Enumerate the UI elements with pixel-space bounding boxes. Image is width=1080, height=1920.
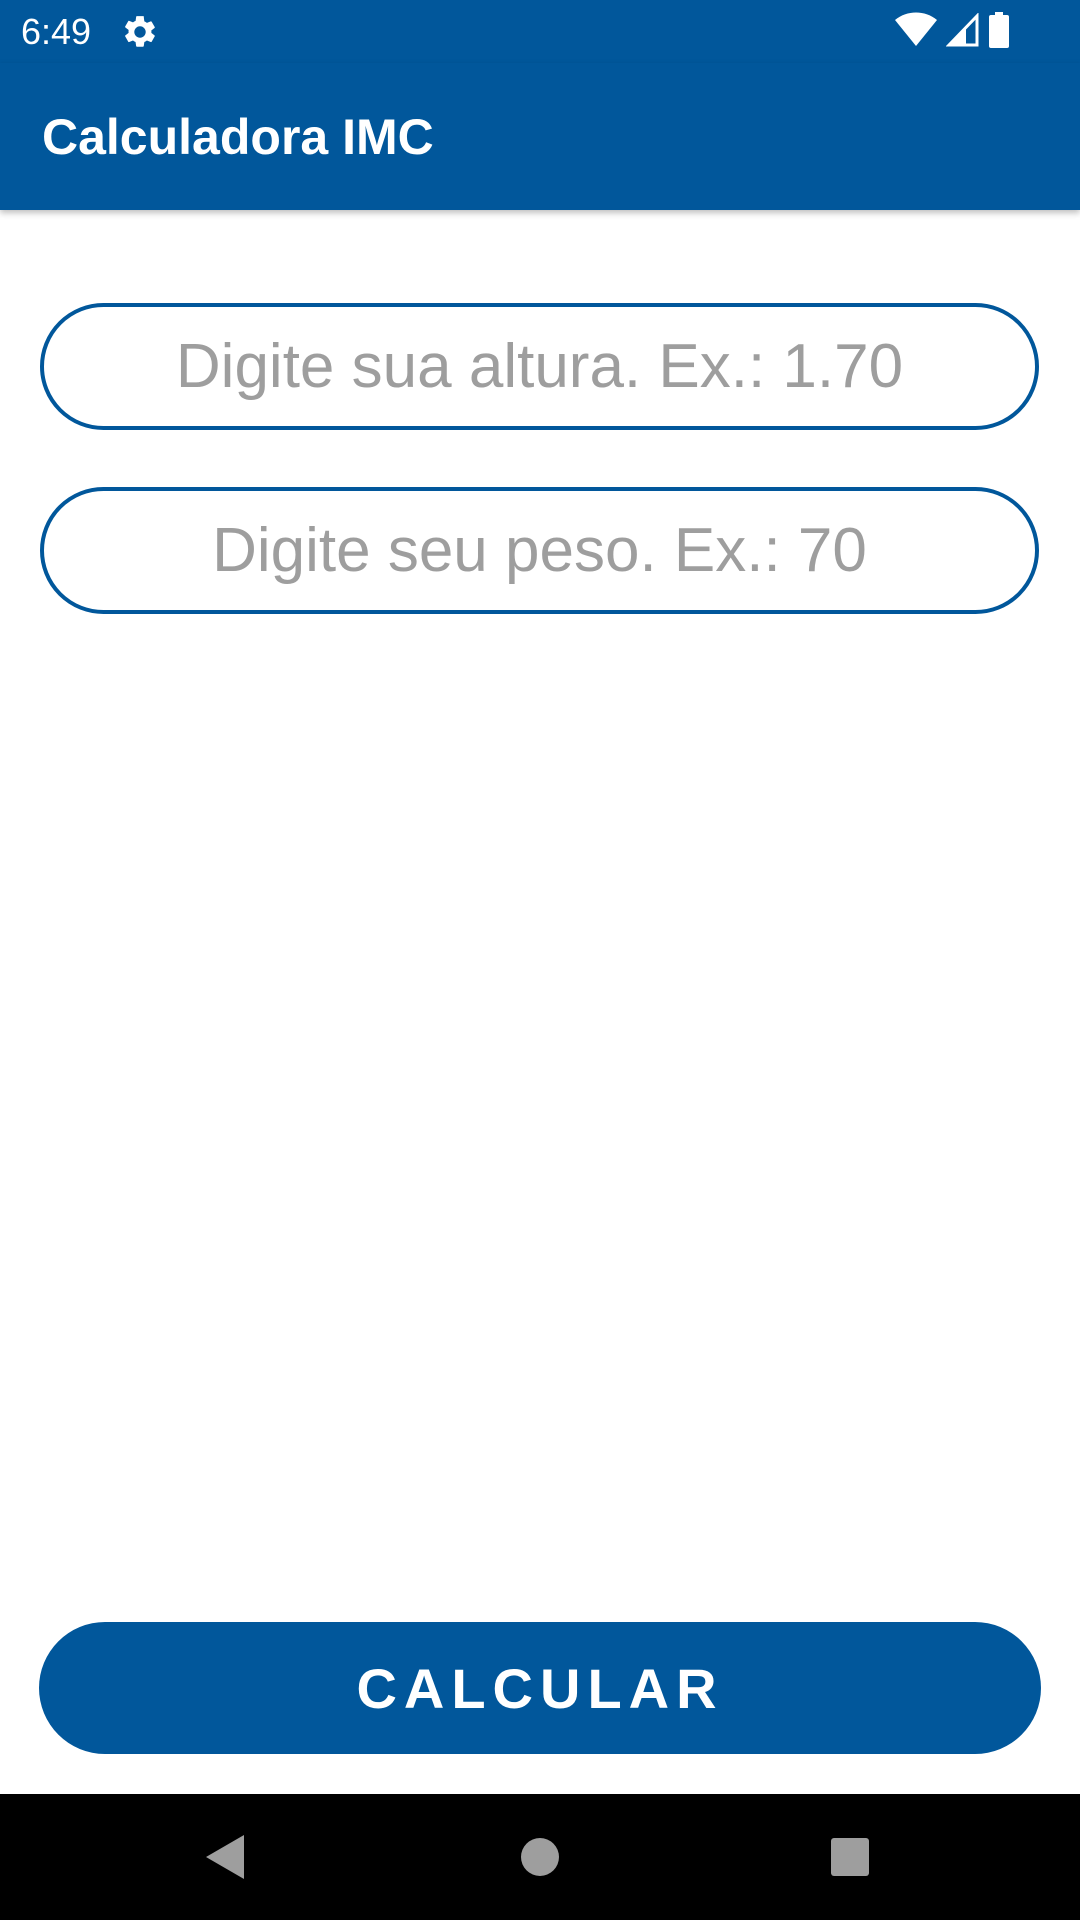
app-title: Calculadora IMC (42, 109, 434, 165)
height-input[interactable] (91, 330, 988, 403)
back-icon (206, 1835, 244, 1879)
signal-icon (945, 11, 980, 52)
status-bar: 6:49 (0, 0, 1080, 63)
status-time: 6:49 (21, 11, 92, 52)
navigation-bar (0, 1794, 1080, 1920)
recents-icon (831, 1838, 869, 1876)
screen: 6:49 Calculadora IMC Digite sua altura. … (0, 0, 1080, 1920)
height-field[interactable] (40, 303, 1039, 430)
calculate-button[interactable]: CALCULAR (39, 1622, 1041, 1754)
app-bar: Calculadora IMC (0, 63, 1080, 210)
wifi-icon (894, 12, 938, 53)
gear-icon (121, 13, 159, 51)
status-icons (894, 11, 1010, 53)
back-button[interactable] (165, 1794, 285, 1920)
weight-field[interactable] (40, 487, 1039, 614)
home-button[interactable] (480, 1794, 600, 1920)
weight-input[interactable] (91, 514, 988, 587)
battery-icon (988, 11, 1010, 53)
home-icon (521, 1838, 559, 1876)
recents-button[interactable] (790, 1794, 910, 1920)
